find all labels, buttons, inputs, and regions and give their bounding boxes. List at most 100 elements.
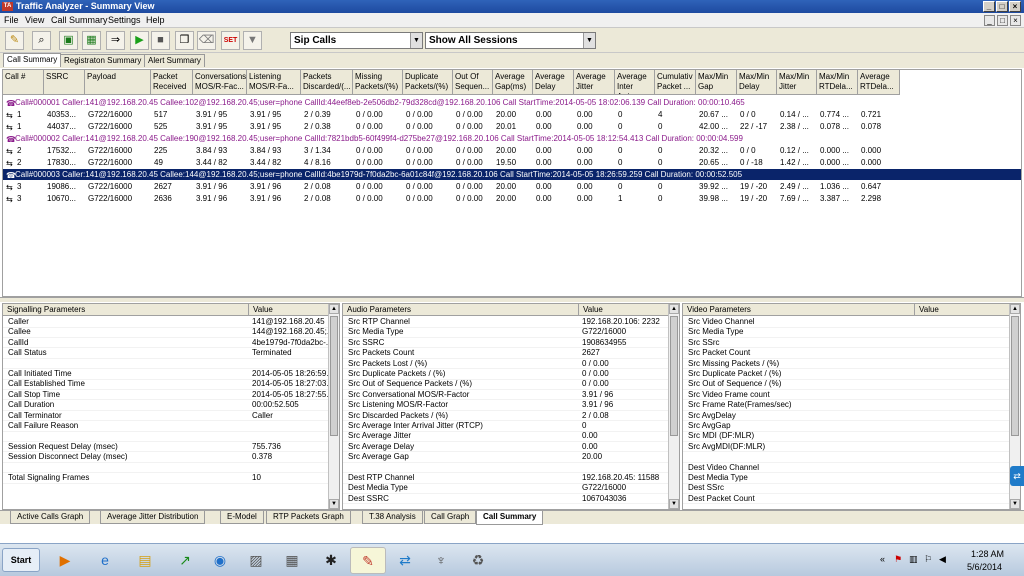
parameter-row[interactable]: Call Established Time 2014-05-05 18:27:03…: [3, 379, 329, 390]
minimize-button[interactable]: _: [983, 1, 995, 12]
parameter-row[interactable]: Src SSrc: [683, 338, 1010, 349]
menu-call-summary[interactable]: Call Summary: [51, 15, 108, 25]
tab-t-38-analysis[interactable]: T.38 Analysis: [362, 511, 423, 524]
action-center-icon[interactable]: ⚐: [924, 554, 932, 565]
paint-icon[interactable]: ▨: [238, 547, 274, 574]
ie-icon[interactable]: e: [87, 547, 123, 574]
tab-call-summary[interactable]: Call Summary: [3, 53, 62, 67]
column-header[interactable]: Max/Min RTDela...: [817, 70, 858, 95]
maximize-button[interactable]: □: [996, 1, 1008, 12]
menu-view[interactable]: View: [25, 15, 44, 25]
media-player-icon[interactable]: ▶: [47, 547, 83, 574]
parameter-row[interactable]: Src Video Frame count: [683, 390, 1010, 401]
parameter-row[interactable]: Src Frame Rate(Frames/sec): [683, 400, 1010, 411]
column-header[interactable]: Max/Min Jitter: [777, 70, 817, 95]
parameter-row[interactable]: Dest Video Channel: [683, 463, 1010, 474]
parameter-row[interactable]: Call Terminator Caller: [3, 411, 329, 422]
parameter-row[interactable]: Src Average Gap 20.00: [343, 452, 669, 463]
search-icon[interactable]: ⌕: [32, 31, 51, 50]
tab-average-jitter-distribution[interactable]: Average Jitter Distribution: [100, 511, 206, 524]
recycle-icon[interactable]: ♻: [460, 547, 496, 574]
parameter-row[interactable]: Src SSRC 1908634955: [343, 338, 669, 349]
clear-icon[interactable]: ⌫: [197, 31, 216, 50]
column-header[interactable]: Payload: [85, 70, 151, 95]
column-header[interactable]: Average Delay: [533, 70, 574, 95]
table-row[interactable]: ⇆ 3 10670... G722/16000 2636 3.91 / 96 3.91 / …: [3, 193, 1021, 204]
volume-icon[interactable]: ◀: [939, 554, 946, 565]
column-header[interactable]: Max/Min Gap: [696, 70, 737, 95]
column-header[interactable]: Average RTDela...: [858, 70, 900, 95]
parameter-row[interactable]: Session Disconnect Delay (msec) 0.378: [3, 452, 329, 463]
vlc-icon[interactable]: ✱: [313, 547, 349, 574]
satellite-icon[interactable]: ♆: [423, 547, 459, 574]
parameter-row[interactable]: [3, 431, 329, 442]
table-row[interactable]: ⇆ 2 17830... G722/16000 49 3.44 / 82 3.44 / 82…: [3, 157, 1021, 168]
parameter-row[interactable]: Caller 141@192.168.20.45: [3, 317, 329, 328]
parameter-row[interactable]: Call Duration 00:00:52.505: [3, 400, 329, 411]
play-icon[interactable]: ▶: [130, 31, 149, 50]
alert-icon[interactable]: ⚑: [894, 554, 902, 565]
parameter-row[interactable]: Call Status Terminated: [3, 348, 329, 359]
parameter-row[interactable]: Src Average Inter Arrival Jitter (RTCP) 0: [343, 421, 669, 432]
scroll-thumb[interactable]: [670, 316, 678, 436]
scroll-down-icon[interactable]: ▼: [669, 499, 679, 509]
column-header[interactable]: Packet Received: [151, 70, 193, 95]
menu-help[interactable]: Help: [146, 15, 165, 25]
parameter-row[interactable]: Dest Media Type G722/16000: [343, 483, 669, 494]
parameter-row[interactable]: Session Request Delay (msec) 755.736: [3, 442, 329, 453]
scroll-thumb[interactable]: [330, 316, 338, 436]
column-header[interactable]: Out Of Sequen...: [453, 70, 493, 95]
vertical-scrollbar[interactable]: ▲ ▼: [328, 304, 339, 509]
parameter-row[interactable]: Callee 144@192.168.20.45;...: [3, 327, 329, 338]
column-header[interactable]: Listening MOS/R-Fa...: [247, 70, 301, 95]
scroll-up-icon[interactable]: ▲: [329, 304, 339, 314]
filter-icon[interactable]: ▼: [243, 31, 262, 50]
stock-chart-icon[interactable]: ↗: [167, 547, 203, 574]
scroll-up-icon[interactable]: ▲: [669, 304, 679, 314]
column-header[interactable]: Packets Discarded/(...: [301, 70, 353, 95]
forward-icon[interactable]: ⇒: [106, 31, 125, 50]
column-header[interactable]: Missing Packets/(%): [353, 70, 403, 95]
parameter-row[interactable]: Src Listening MOS/R-Factor 3.91 / 96: [343, 400, 669, 411]
parameter-row[interactable]: Src AvgMDI(DF:MLR): [683, 442, 1010, 453]
teamviewer-icon[interactable]: ⇄: [387, 547, 423, 574]
column-header[interactable]: Average Inter Arri...: [615, 70, 655, 95]
parameter-row[interactable]: Dest SSRC 1067043036: [343, 494, 669, 505]
tab-rtp-packets-graph[interactable]: RTP Packets Graph: [266, 511, 351, 524]
parameter-row[interactable]: Src Discarded Packets / (%) 2 / 0.08: [343, 411, 669, 422]
column-header[interactable]: Average Jitter: [574, 70, 615, 95]
table-row[interactable]: ⇆ 1 40353... G722/16000 517 3.91 / 95 3.91 / 9…: [3, 109, 1021, 120]
close-button[interactable]: ×: [1009, 1, 1021, 12]
tab-registration-summary[interactable]: Registraton Summary: [60, 54, 146, 67]
parameter-row[interactable]: Total Signaling Frames 10: [3, 473, 329, 484]
column-header[interactable]: Max/Min Delay: [737, 70, 777, 95]
parameter-row[interactable]: Src Average Delay 0.00: [343, 442, 669, 453]
table-row[interactable]: ⇆ 3 19086... G722/16000 2627 3.91 / 96 3.91 / …: [3, 181, 1021, 192]
parameter-row[interactable]: Dest Packet Count: [683, 494, 1010, 505]
parameter-row[interactable]: Call Initiated Time 2014-05-05 18:26:59..…: [3, 369, 329, 380]
pane-splitter[interactable]: [0, 297, 1024, 302]
calculator-icon[interactable]: ▦: [274, 547, 310, 574]
stats-icon[interactable]: ▦: [82, 31, 101, 50]
parameter-row[interactable]: Src MDI (DF:MLR): [683, 431, 1010, 442]
parameter-row[interactable]: Src Duplicate Packets / (%) 0 / 0.00: [343, 369, 669, 380]
parameter-row[interactable]: Src Media Type G722/16000: [343, 327, 669, 338]
stop-icon[interactable]: ■: [151, 31, 170, 50]
parameter-row[interactable]: Src Out of Sequence / (%): [683, 379, 1010, 390]
table-row[interactable]: ⇆ 1 44037... G722/16000 525 3.91 / 95 3.91 / 9…: [3, 121, 1021, 132]
column-header[interactable]: Conversations MOS/R-Fac...: [193, 70, 247, 95]
parameter-row[interactable]: Src Missing Packets / (%): [683, 359, 1010, 370]
parameter-row[interactable]: Src Out of Sequence Packets / (%) 0 / 0.0…: [343, 379, 669, 390]
call-header-row[interactable]: ☎ Call#000003 Caller:141@192.168.20.45 Ca…: [3, 169, 1021, 180]
parameter-row[interactable]: Dest Media Type: [683, 473, 1010, 484]
scroll-up-icon[interactable]: ▲: [1010, 304, 1020, 314]
parameter-row[interactable]: [3, 463, 329, 474]
column-header[interactable]: Average Gap(ms): [493, 70, 533, 95]
clock-date[interactable]: 5/6/2014: [967, 562, 1002, 572]
table-row[interactable]: ⇆ 2 17532... G722/16000 225 3.84 / 93 3.84 / 9…: [3, 145, 1021, 156]
menu-settings[interactable]: Settings: [108, 15, 141, 25]
parameter-row[interactable]: Src Average Jitter 0.00: [343, 431, 669, 442]
parameter-row[interactable]: [343, 463, 669, 474]
parameter-row[interactable]: [683, 452, 1010, 463]
start-button[interactable]: Start: [2, 548, 40, 572]
